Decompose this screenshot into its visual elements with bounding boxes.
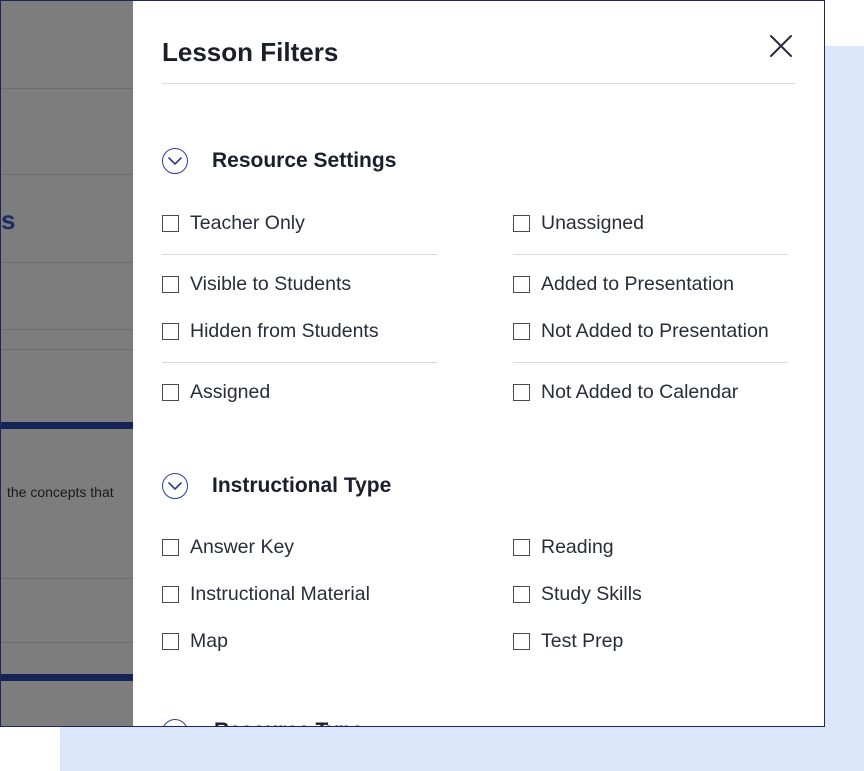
bg-divider — [1, 642, 133, 643]
checkbox-box[interactable] — [513, 586, 530, 603]
checkbox-box[interactable] — [162, 539, 179, 556]
checkbox-answer-key[interactable]: Answer Key — [162, 536, 294, 559]
title-divider — [162, 83, 795, 84]
checkbox-label: Map — [190, 630, 228, 652]
bg-divider — [1, 262, 133, 263]
checkbox-box[interactable] — [162, 633, 179, 650]
checkbox-visible-to-students[interactable]: Visible to Students — [162, 273, 351, 296]
bg-divider — [1, 174, 133, 175]
group-divider — [513, 362, 788, 363]
checkbox-label: Study Skills — [541, 583, 642, 605]
lesson-filters-panel: Lesson Filters Resource Settings Teacher… — [133, 1, 824, 726]
group-divider — [513, 254, 788, 255]
checkbox-label: Added to Presentation — [541, 273, 734, 295]
bg-heading-fragment: s — [1, 205, 16, 235]
checkbox-box[interactable] — [513, 323, 530, 340]
checkbox-label: Test Prep — [541, 630, 624, 652]
section-header-instructional-type[interactable]: Instructional Type — [162, 473, 391, 499]
section-header-resource-settings[interactable]: Resource Settings — [162, 148, 396, 174]
checkbox-label: Not Added to Presentation — [541, 320, 769, 342]
checkbox-map[interactable]: Map — [162, 630, 228, 653]
checkbox-label: Reading — [541, 536, 614, 558]
next-section-title-partial: Resource Type — [214, 719, 363, 726]
checkbox-teacher-only[interactable]: Teacher Only — [162, 212, 305, 235]
checkbox-study-skills[interactable]: Study Skills — [513, 583, 642, 606]
checkbox-box[interactable] — [513, 215, 530, 232]
checkbox-box[interactable] — [513, 276, 530, 293]
checkbox-box[interactable] — [513, 539, 530, 556]
checkbox-hidden-from-students[interactable]: Hidden from Students — [162, 320, 379, 343]
panel-title: Lesson Filters — [162, 37, 339, 67]
bg-divider — [1, 578, 133, 579]
chevron-down-icon[interactable] — [162, 473, 188, 499]
section-header-next[interactable] — [162, 719, 188, 726]
group-divider — [162, 362, 437, 363]
bg-divider — [1, 88, 133, 89]
section-title: Instructional Type — [212, 474, 392, 497]
section-title: Resource Settings — [212, 149, 397, 172]
checkbox-box[interactable] — [162, 215, 179, 232]
screenshot-frame: s the concepts that Lesson Filters Resou… — [0, 0, 825, 727]
checkbox-label: Visible to Students — [190, 273, 352, 295]
bg-divider — [1, 349, 133, 350]
bg-text-snippet: the concepts that — [7, 484, 114, 500]
group-divider — [162, 254, 437, 255]
chevron-down-icon[interactable] — [162, 719, 188, 726]
checkbox-label: Instructional Material — [190, 583, 370, 605]
checkbox-added-to-presentation[interactable]: Added to Presentation — [513, 273, 734, 296]
background-page-overlay[interactable]: s the concepts that — [1, 1, 133, 726]
checkbox-box[interactable] — [162, 586, 179, 603]
close-button[interactable] — [769, 34, 793, 58]
checkbox-box[interactable] — [162, 276, 179, 293]
checkbox-box[interactable] — [513, 384, 530, 401]
bg-navy-bar — [1, 422, 133, 429]
chevron-down-icon[interactable] — [162, 148, 188, 174]
checkbox-label: Hidden from Students — [190, 320, 379, 342]
checkbox-label: Answer Key — [190, 536, 295, 558]
checkbox-unassigned[interactable]: Unassigned — [513, 212, 644, 235]
close-icon — [770, 35, 792, 57]
checkbox-label: Unassigned — [541, 212, 644, 234]
checkbox-reading[interactable]: Reading — [513, 536, 614, 559]
bg-navy-bar — [1, 674, 133, 681]
checkbox-label: Assigned — [190, 381, 271, 403]
checkbox-label: Teacher Only — [190, 212, 305, 234]
checkbox-test-prep[interactable]: Test Prep — [513, 630, 623, 653]
checkbox-instructional-material[interactable]: Instructional Material — [162, 583, 370, 606]
checkbox-box[interactable] — [162, 384, 179, 401]
checkbox-box[interactable] — [162, 323, 179, 340]
bg-divider — [1, 329, 133, 330]
checkbox-not-added-to-presentation[interactable]: Not Added to Presentation — [513, 320, 769, 343]
checkbox-assigned[interactable]: Assigned — [162, 381, 270, 404]
checkbox-not-added-to-calendar[interactable]: Not Added to Calendar — [513, 381, 738, 404]
checkbox-label: Not Added to Calendar — [541, 381, 739, 403]
checkbox-box[interactable] — [513, 633, 530, 650]
